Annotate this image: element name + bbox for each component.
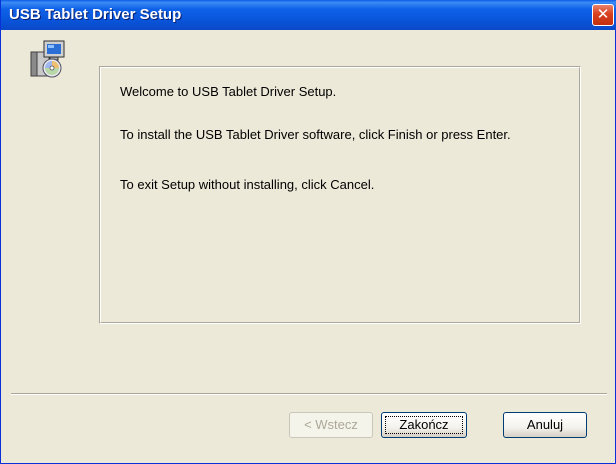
button-separator xyxy=(11,393,607,395)
window-title: USB Tablet Driver Setup xyxy=(9,6,182,23)
back-button[interactable]: < Wstecz xyxy=(289,412,373,438)
welcome-text: Welcome to USB Tablet Driver Setup. xyxy=(120,84,337,99)
install-instructions-text: To install the USB Tablet Driver softwar… xyxy=(120,127,511,142)
finish-button[interactable]: Zakończ xyxy=(381,412,467,438)
focus-rectangle xyxy=(385,416,463,434)
content-panel: Welcome to USB Tablet Driver Setup. To i… xyxy=(99,66,581,324)
setup-installer-icon xyxy=(30,40,65,78)
close-button[interactable]: ✕ xyxy=(592,4,614,26)
cancel-button-label: Anuluj xyxy=(526,417,564,432)
close-icon: ✕ xyxy=(596,5,610,23)
exit-instructions-text: To exit Setup without installing, click … xyxy=(120,177,375,192)
cancel-button[interactable]: Anuluj xyxy=(503,412,587,438)
back-button-label: < Wstecz xyxy=(304,417,358,432)
title-bar[interactable]: USB Tablet Driver Setup ✕ xyxy=(1,0,616,30)
setup-window: USB Tablet Driver Setup ✕ Welcome to USB… xyxy=(0,0,616,464)
